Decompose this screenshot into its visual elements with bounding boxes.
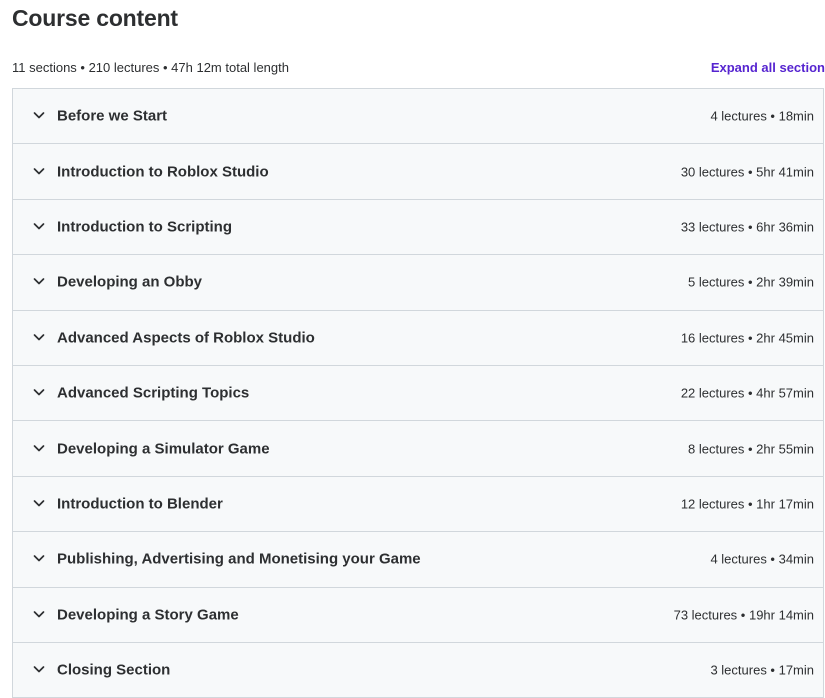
section-title: Developing a Simulator Game <box>57 440 270 458</box>
section-header[interactable]: Introduction to Roblox Studio 30 lectures… <box>13 144 823 200</box>
section-meta: 5 lectures • 2hr 39min <box>688 274 814 290</box>
chevron-down-icon <box>32 607 46 621</box>
chevron-down-icon <box>32 219 46 233</box>
chevron-down-icon <box>32 551 46 565</box>
section-header[interactable]: Closing Section 3 lectures • 17min <box>13 642 823 698</box>
section-meta: 4 lectures • 34min <box>710 551 814 567</box>
section-title: Advanced Scripting Topics <box>57 384 250 402</box>
section-header[interactable]: Developing an Obby 5 lectures • 2hr 39min <box>13 255 823 311</box>
section-meta: 22 lectures • 4hr 57min <box>680 385 814 401</box>
chevron-down-icon <box>32 164 46 178</box>
section-header[interactable]: Advanced Aspects of Roblox Studio 16 lect… <box>13 310 823 366</box>
page-title: Course content <box>12 5 178 31</box>
section-header[interactable]: Developing a Simulator Game 8 lectures • … <box>13 421 823 477</box>
section-meta: 12 lectures • 1hr 17min <box>680 496 814 512</box>
section-title: Introduction to Roblox Studio <box>57 163 269 181</box>
chevron-down-icon <box>32 108 46 122</box>
chevron-down-icon <box>32 330 46 344</box>
section-title: Closing Section <box>57 661 171 679</box>
course-summary: 11 sections • 210 lectures • 47h 12m tot… <box>12 60 289 75</box>
chevron-down-icon <box>32 274 46 288</box>
expand-all-sections-button[interactable]: Expand all section <box>711 58 825 78</box>
section-header[interactable]: Before we Start 4 lectures • 18min <box>13 89 823 145</box>
chevron-down-icon <box>32 441 46 455</box>
section-header[interactable]: Introduction to Blender 12 lectures • 1hr… <box>13 476 823 533</box>
section-header[interactable]: Introduction to Scripting 33 lectures • 6… <box>13 199 823 256</box>
course-summary-row: 11 sections • 210 lectures • 47h 12m tot… <box>12 58 825 78</box>
section-meta: 33 lectures • 6hr 36min <box>680 219 814 235</box>
section-title: Introduction to Scripting <box>57 218 232 236</box>
section-meta: 30 lectures • 5hr 41min <box>680 164 814 180</box>
section-meta: 73 lectures • 19hr 14min <box>673 607 814 623</box>
section-title: Developing an Obby <box>57 273 203 291</box>
section-header[interactable]: Advanced Scripting Topics 22 lectures • 4… <box>13 365 823 422</box>
section-meta: 16 lectures • 2hr 45min <box>680 330 814 346</box>
section-title: Publishing, Advertising and Monetising y… <box>57 550 421 568</box>
section-list: Before we Start 4 lectures • 18min Introdu… <box>12 88 824 698</box>
section-title: Developing a Story Game <box>57 606 239 624</box>
section-title: Before we Start <box>57 107 168 125</box>
section-meta: 4 lectures • 18min <box>710 108 814 124</box>
section-header[interactable]: Developing a Story Game 73 lectures • 19h… <box>13 587 823 643</box>
chevron-down-icon <box>32 385 46 399</box>
section-header[interactable]: Publishing, Advertising and Monetising y… <box>13 532 823 588</box>
section-meta: 8 lectures • 2hr 55min <box>688 441 814 457</box>
chevron-down-icon <box>32 496 46 510</box>
chevron-down-icon <box>32 662 46 676</box>
section-meta: 3 lectures • 17min <box>710 662 814 678</box>
section-title: Advanced Aspects of Roblox Studio <box>57 329 315 347</box>
section-title: Introduction to Blender <box>57 495 223 513</box>
